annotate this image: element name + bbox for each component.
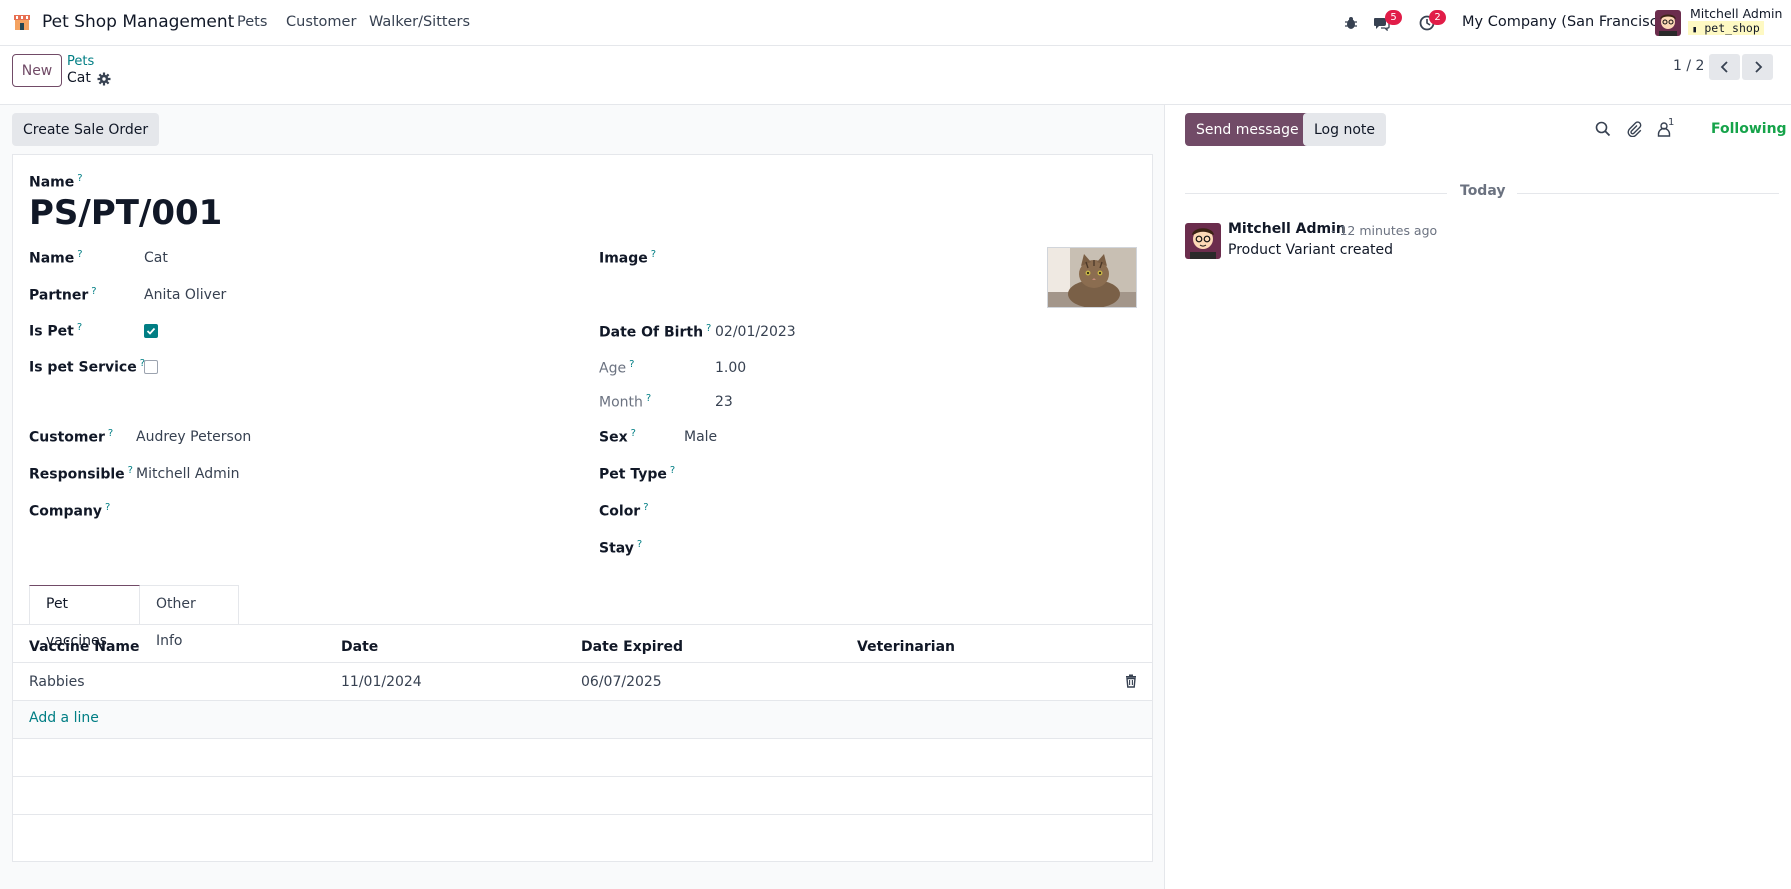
app-title[interactable]: Pet Shop Management	[42, 12, 234, 32]
form-sheet: Name? PS/PT/001 Name? Cat Partner? Anita…	[12, 154, 1153, 862]
chevron-right-icon	[1754, 61, 1762, 73]
field-partner-label: Partner?	[29, 286, 97, 304]
name-label-top: Name?	[29, 173, 83, 191]
message-body: Product Variant created	[1228, 242, 1394, 258]
field-sex-value[interactable]: Male	[684, 429, 717, 445]
tab-pet-vaccines[interactable]: Pet vaccines	[29, 585, 140, 649]
field-dob-value[interactable]: 02/01/2023	[715, 324, 796, 340]
field-is-pet-service-label: Is pet Service?	[29, 358, 146, 376]
col-date[interactable]: Date	[341, 639, 378, 655]
log-note-button[interactable]: Log note	[1303, 113, 1386, 146]
menu-walker-sitters[interactable]: Walker/Sitters	[369, 14, 470, 30]
is-pet-service-checkbox[interactable]	[144, 360, 158, 374]
message-author-avatar[interactable]	[1185, 223, 1221, 259]
database-icon: ▮	[1692, 25, 1698, 35]
field-name-label: Name?	[29, 249, 83, 267]
field-sex-label: Sex?	[599, 428, 636, 446]
field-age-value: 1.00	[715, 360, 747, 376]
record-title[interactable]: PS/PT/001	[29, 193, 222, 233]
field-customer-value[interactable]: Audrey Peterson	[136, 429, 251, 445]
field-company-label: Company?	[29, 502, 111, 520]
separator-line	[1517, 193, 1779, 194]
paperclip-icon[interactable]	[1626, 121, 1642, 137]
pager-value[interactable]: 1 / 2	[1673, 58, 1704, 74]
menu-pets[interactable]: Pets	[237, 14, 267, 30]
chevron-left-icon	[1720, 61, 1728, 73]
field-stay-label: Stay?	[599, 539, 643, 557]
field-month-value: 23	[715, 394, 733, 410]
company-switcher[interactable]: My Company (San Francisco)	[1462, 14, 1672, 30]
field-customer-label: Customer?	[29, 428, 114, 446]
followers-count[interactable]: 1	[1668, 117, 1674, 128]
pet-image[interactable]	[1047, 247, 1137, 308]
add-line-row	[13, 701, 1152, 739]
cell-date-expired[interactable]: 06/07/2025	[581, 674, 662, 690]
menu-customer[interactable]: Customer	[286, 14, 356, 30]
cell-date[interactable]: 11/01/2024	[341, 674, 422, 690]
field-partner-value[interactable]: Anita Oliver	[144, 287, 226, 303]
search-icon[interactable]	[1595, 121, 1611, 137]
field-color-label: Color?	[599, 502, 649, 520]
pager-next-button[interactable]	[1742, 54, 1773, 80]
field-is-pet-label: Is Pet?	[29, 322, 83, 340]
row-line	[13, 814, 1152, 815]
form-pane: Create Sale Order Name? PS/PT/001 Name? …	[0, 105, 1164, 889]
tab-other-info[interactable]: Other Info	[140, 585, 239, 649]
database-name: ▮ pet_shop	[1688, 21, 1764, 35]
user-avatar[interactable]	[1655, 10, 1681, 36]
cell-vaccine-name[interactable]: Rabbies	[29, 674, 85, 690]
col-veterinarian[interactable]: Veterinarian	[857, 639, 955, 655]
trash-icon[interactable]	[1124, 674, 1138, 688]
date-separator: Today	[1460, 183, 1506, 199]
tab-divider	[13, 624, 1152, 625]
field-age-label: Age?	[599, 359, 635, 377]
field-dob-label: Date Of Birth?	[599, 323, 712, 341]
field-pet-type-label: Pet Type?	[599, 465, 676, 483]
is-pet-checkbox[interactable]	[144, 324, 158, 338]
top-navbar: Pet Shop Management Pets Customer Walker…	[0, 0, 1791, 46]
table-header-line	[13, 662, 1152, 663]
database-label: pet_shop	[1704, 21, 1760, 35]
message-time: - 12 minutes ago	[1331, 223, 1438, 238]
pet-shop-icon[interactable]	[13, 13, 31, 31]
gear-icon[interactable]	[97, 72, 111, 86]
following-button[interactable]: Following	[1711, 121, 1787, 137]
control-panel: New Pets Cat 1 / 2	[0, 46, 1791, 105]
field-name-value[interactable]: Cat	[144, 250, 168, 266]
field-responsible-label: Responsible?	[29, 465, 133, 483]
create-sale-order-button[interactable]: Create Sale Order	[12, 113, 160, 146]
chatter-pane: Send message Log note 1 Following Today …	[1164, 105, 1791, 889]
activities-badge: 2	[1429, 10, 1446, 25]
user-name[interactable]: Mitchell Admin	[1690, 6, 1782, 21]
field-responsible-value[interactable]: Mitchell Admin	[136, 466, 240, 482]
debug-bug-icon[interactable]	[1342, 14, 1360, 32]
row-line	[13, 738, 1152, 739]
row-line	[13, 776, 1152, 777]
check-icon	[146, 327, 156, 335]
breadcrumb-current: Cat	[67, 70, 91, 86]
field-image-label: Image?	[599, 249, 657, 267]
message-author[interactable]: Mitchell Admin	[1228, 221, 1346, 237]
send-message-button[interactable]: Send message	[1185, 113, 1310, 146]
col-date-expired[interactable]: Date Expired	[581, 639, 683, 655]
messages-badge: 5	[1385, 10, 1402, 25]
pager-prev-button[interactable]	[1709, 54, 1740, 80]
add-a-line-link[interactable]: Add a line	[29, 710, 99, 726]
col-vaccine-name[interactable]: Vaccine Name	[29, 639, 140, 655]
field-month-label: Month?	[599, 393, 652, 411]
separator-line	[1185, 193, 1447, 194]
breadcrumb-parent[interactable]: Pets	[67, 54, 94, 69]
new-button[interactable]: New	[12, 54, 62, 87]
